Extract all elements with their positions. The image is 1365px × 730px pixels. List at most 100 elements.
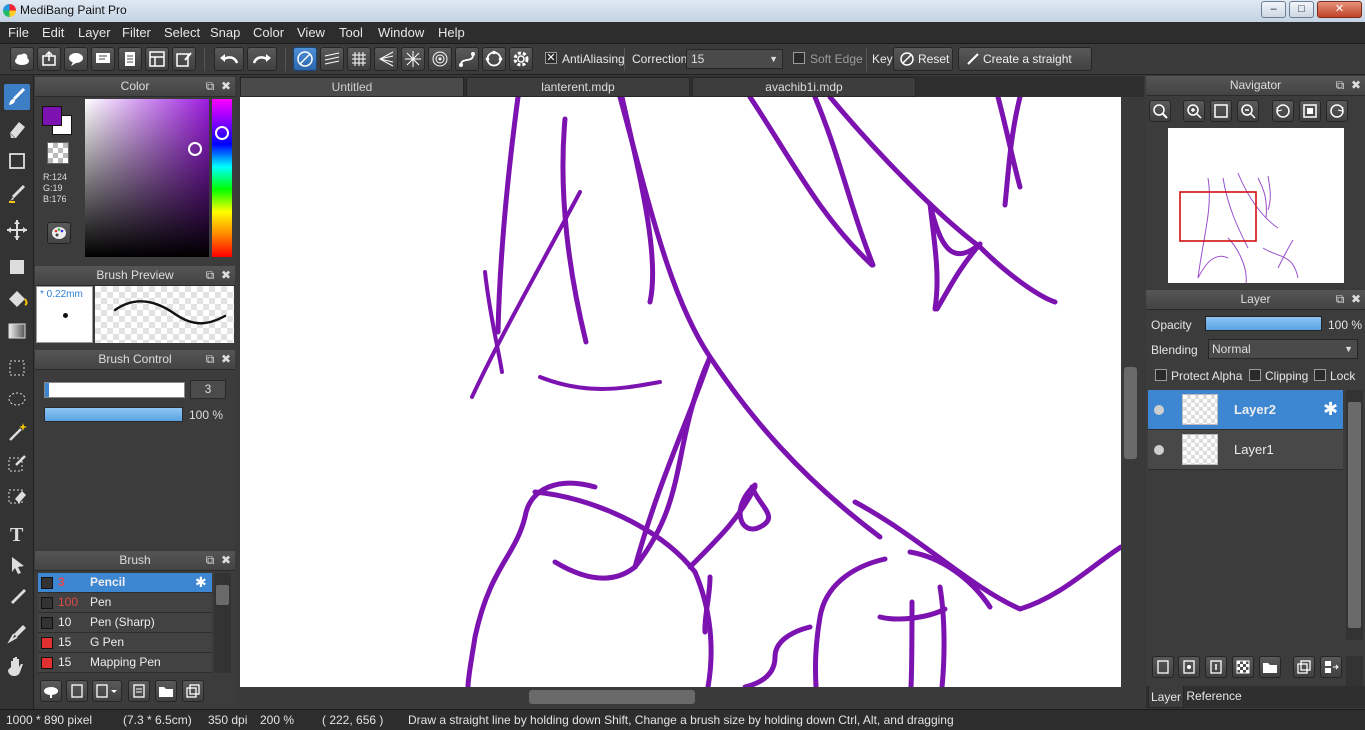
brush-item-mapping-pen[interactable]: 15 Mapping Pen — [38, 653, 212, 673]
saturation-brightness-picker[interactable] — [85, 99, 209, 257]
edit-layout-button[interactable] — [172, 47, 196, 71]
lasso-tool[interactable] — [4, 387, 30, 413]
tab-layer[interactable]: Layer — [1148, 686, 1184, 708]
transparent-color-swatch[interactable] — [47, 142, 69, 164]
clipping-checkbox[interactable] — [1249, 369, 1261, 381]
menu-view[interactable]: View — [297, 25, 325, 40]
canvas-vertical-scrollbar[interactable] — [1121, 97, 1140, 687]
share-button[interactable] — [37, 47, 61, 71]
merge-layer-button[interactable] — [1320, 656, 1342, 678]
brush-opacity-slider[interactable] — [44, 407, 183, 422]
scroll-thumb[interactable] — [529, 690, 695, 704]
menu-filter[interactable]: Filter — [122, 25, 151, 40]
new-halftone-layer-button[interactable] — [1178, 656, 1200, 678]
popout-icon[interactable]: ⧉ — [204, 353, 216, 365]
layer-row-layer1[interactable]: Layer1 — [1148, 430, 1343, 470]
lock-checkbox[interactable] — [1314, 369, 1326, 381]
close-icon[interactable]: ✖ — [220, 353, 232, 365]
brush-item-pen[interactable]: 100 Pen — [38, 593, 212, 613]
close-icon[interactable]: ✖ — [1350, 79, 1362, 91]
duplicate-layer-button[interactable] — [1293, 656, 1315, 678]
new-transparent-layer-button[interactable] — [1232, 656, 1254, 678]
hue-slider-handle[interactable] — [215, 126, 229, 140]
tab-untitled[interactable]: Untitled — [240, 77, 464, 97]
fill-tool[interactable] — [4, 254, 30, 280]
move-tool[interactable] — [4, 217, 30, 243]
tab-avachib1i[interactable]: avachib1i.mdp — [692, 77, 916, 97]
magic-wand-tool[interactable] — [4, 419, 30, 445]
new-brush-button[interactable] — [66, 680, 88, 702]
divide-tool[interactable] — [4, 584, 30, 610]
brush-list-scrollbar[interactable] — [214, 573, 231, 673]
hue-slider[interactable] — [212, 99, 232, 257]
duplicate-brush-button[interactable] — [182, 680, 204, 702]
menu-color[interactable]: Color — [253, 25, 284, 40]
parallel-snap-button[interactable] — [320, 47, 344, 71]
new-layer-button[interactable] — [1152, 656, 1174, 678]
brush-menu-button[interactable] — [92, 680, 122, 702]
drawing-canvas[interactable] — [240, 97, 1121, 687]
popout-icon[interactable]: ⧉ — [204, 80, 216, 92]
zoom-in-button[interactable] — [1149, 100, 1171, 122]
maximize-button[interactable]: □ — [1289, 1, 1314, 18]
rect-select-tool[interactable] — [4, 355, 30, 381]
close-icon[interactable]: ✖ — [220, 554, 232, 566]
layer-row-layer2[interactable]: Layer2 ✱ — [1148, 390, 1343, 430]
menu-help[interactable]: Help — [438, 25, 465, 40]
rotate-left-button[interactable] — [1272, 100, 1294, 122]
color-palette-button[interactable] — [47, 222, 71, 244]
layer-opacity-slider[interactable] — [1205, 316, 1322, 331]
eyedropper-tool[interactable] — [4, 621, 30, 647]
gradient-tool[interactable] — [4, 318, 30, 344]
redo-button[interactable] — [247, 47, 277, 71]
close-icon[interactable]: ✖ — [1350, 293, 1362, 305]
antialiasing-checkbox[interactable]: ✕ — [545, 52, 557, 64]
radial-snap-button[interactable] — [401, 47, 425, 71]
operation-tool[interactable] — [4, 552, 30, 578]
popout-icon[interactable]: ⧉ — [204, 554, 216, 566]
close-button[interactable]: ✕ — [1317, 1, 1362, 18]
layer-visibility-toggle[interactable] — [1154, 405, 1164, 415]
main-color-swatch[interactable] — [42, 106, 62, 126]
brush-size-input[interactable]: 3 — [190, 380, 226, 399]
brush-size-slider[interactable] — [44, 382, 185, 398]
menu-window[interactable]: Window — [378, 25, 424, 40]
zoom-out-button[interactable] — [1237, 100, 1259, 122]
menu-file[interactable]: File — [8, 25, 29, 40]
new-folder-button[interactable] — [1259, 656, 1281, 678]
navigator-preview[interactable] — [1168, 128, 1344, 283]
canvas-horizontal-scrollbar[interactable] — [240, 687, 1140, 707]
zoom-in-plus-button[interactable] — [1183, 100, 1205, 122]
popout-icon[interactable]: ⧉ — [1334, 79, 1346, 91]
dot-brush-tool[interactable] — [4, 180, 30, 206]
curve-snap-button[interactable] — [455, 47, 479, 71]
flip-button[interactable] — [1299, 100, 1321, 122]
ellipse-snap-button[interactable] — [482, 47, 506, 71]
menu-tool[interactable]: Tool — [339, 25, 363, 40]
menu-snap[interactable]: Snap — [210, 25, 240, 40]
tab-reference[interactable]: Reference — [1186, 686, 1242, 708]
scroll-thumb[interactable] — [216, 585, 229, 605]
close-icon[interactable]: ✖ — [220, 269, 232, 281]
create-straight-line-button[interactable]: Create a straight line — [958, 47, 1092, 88]
text-tool[interactable]: T — [4, 520, 30, 546]
eraser-tool[interactable] — [4, 116, 30, 142]
color-picker-cursor[interactable] — [188, 142, 202, 156]
perspective-snap-button[interactable] — [374, 47, 398, 71]
cloud-button[interactable] — [10, 47, 34, 71]
menu-layer[interactable]: Layer — [78, 25, 111, 40]
scroll-thumb[interactable] — [1124, 367, 1137, 459]
undo-button[interactable] — [214, 47, 244, 71]
grid-snap-button[interactable] — [347, 47, 371, 71]
page-button[interactable] — [118, 47, 142, 71]
add-brush-cloud-button[interactable] — [40, 680, 62, 702]
brush-item-g-pen[interactable]: 15 G Pen — [38, 633, 212, 653]
snap-off-button[interactable] — [293, 47, 317, 71]
close-icon[interactable]: ✖ — [220, 80, 232, 92]
new-8bit-layer-button[interactable] — [1205, 656, 1227, 678]
menu-edit[interactable]: Edit — [42, 25, 64, 40]
gear-icon[interactable]: ✱ — [195, 573, 207, 592]
snap-settings-button[interactable] — [509, 47, 533, 71]
brush-folder-button[interactable] — [155, 680, 177, 702]
hand-tool[interactable] — [4, 653, 30, 679]
